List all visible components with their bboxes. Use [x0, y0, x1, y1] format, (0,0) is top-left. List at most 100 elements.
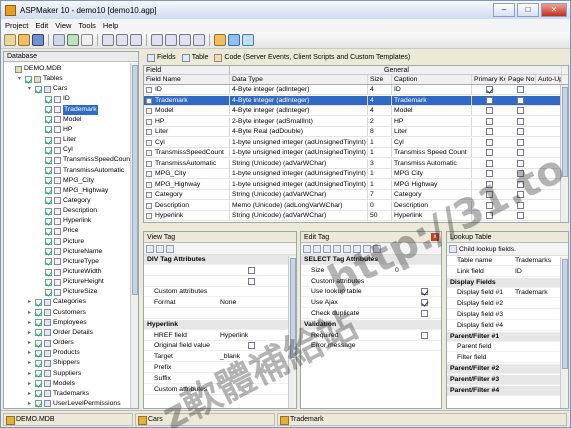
copy-icon[interactable] [102, 34, 114, 46]
save-project-icon[interactable] [32, 34, 44, 46]
tree-checkbox[interactable] [45, 197, 52, 205]
table-row[interactable]: HP 2-Byte integer (adSmallInt) 2 HP [144, 116, 568, 127]
filter-icon[interactable] [179, 34, 191, 46]
property-row[interactable]: Check duplicate [301, 309, 441, 319]
tree-node[interactable]: DEMO.MDB [8, 64, 61, 74]
sort-az-icon[interactable] [156, 245, 164, 253]
tree-checkbox[interactable] [45, 177, 52, 185]
tree-node[interactable]: TransmissSpeedCount [38, 155, 132, 165]
menu-project[interactable]: Project [5, 21, 28, 30]
property-value[interactable]: Hyperlink [220, 331, 248, 341]
tree-checkbox[interactable] [45, 207, 52, 215]
page-no-checkbox[interactable] [517, 180, 524, 188]
tree-checkbox[interactable] [45, 258, 52, 266]
column-header[interactable]: Data Type [230, 75, 368, 84]
property-checkbox[interactable] [421, 299, 428, 307]
column-header[interactable]: Primary Key [472, 75, 506, 84]
page-no-checkbox[interactable] [517, 212, 524, 219]
generate-icon[interactable] [214, 34, 226, 46]
column-header[interactable]: Auto-Upd [536, 75, 562, 84]
page-no-checkbox[interactable] [517, 170, 524, 177]
primary-key-checkbox[interactable] [486, 96, 493, 104]
table-row[interactable]: Cyl 1-byte unsigned integer (adUnsignedTi… [144, 137, 568, 148]
property-row[interactable]: Filter field [447, 353, 568, 364]
tree-node[interactable]: ▸ Suppliers [28, 369, 81, 379]
browse-icon[interactable] [228, 34, 240, 46]
expander-icon[interactable]: ▸ [28, 318, 34, 328]
tree-checkbox[interactable] [35, 380, 42, 388]
tree-node[interactable]: Hyperlink [38, 216, 91, 226]
expander-icon[interactable]: ▸ [28, 379, 34, 389]
menu-help[interactable]: Help [103, 21, 118, 30]
tree-scrollbar-thumb[interactable] [132, 65, 138, 295]
table-row[interactable]: Category String (Unicode) (adVarWChar) 7 Ca… [144, 190, 568, 200]
property-value[interactable]: Trademarks [515, 256, 551, 266]
tree-checkbox[interactable] [35, 309, 42, 317]
tree-node[interactable]: ▸ Orders [28, 338, 74, 348]
open-project-icon[interactable] [18, 34, 30, 46]
tree-node[interactable]: ▸ Order Details [28, 328, 93, 338]
property-value[interactable]: ID [515, 267, 522, 277]
tree-checkbox[interactable] [35, 319, 42, 327]
property-row[interactable]: Display field #4 [447, 321, 568, 331]
expander-icon[interactable]: ▸ [28, 328, 34, 338]
property-row[interactable]: HREF field Hyperlink [144, 331, 296, 341]
tree-node[interactable]: ▸ Trademarks [28, 389, 89, 399]
tree-node[interactable]: ▾ Tables [18, 74, 63, 84]
grid-scrollbar-thumb[interactable] [562, 87, 568, 177]
document-icon[interactable] [81, 34, 93, 46]
menu-tools[interactable]: Tools [78, 21, 96, 30]
tab-fields[interactable]: Fields [147, 53, 176, 62]
tree-node[interactable]: PictureType [38, 257, 99, 267]
tree-checkbox[interactable] [35, 339, 42, 347]
tree-node[interactable]: MPG_City [38, 176, 94, 186]
tree-node[interactable]: Model [38, 115, 82, 125]
property-value[interactable]: 0 [395, 266, 399, 276]
primary-key-checkbox[interactable] [486, 149, 493, 156]
tree-node[interactable]: Trademark [38, 104, 98, 115]
page-no-checkbox[interactable] [517, 117, 524, 125]
property-row[interactable]: Format None [144, 298, 296, 309]
tree-node[interactable]: PictureHeight [38, 277, 104, 287]
sync-icon[interactable] [67, 34, 79, 46]
property-row[interactable]: Custom attributes [144, 287, 296, 298]
tree-scrollbar[interactable] [130, 63, 138, 408]
tree-checkbox[interactable] [45, 146, 52, 154]
new-project-icon[interactable] [4, 34, 16, 46]
page-no-checkbox[interactable] [517, 138, 524, 146]
page-no-checkbox[interactable] [517, 191, 524, 198]
tree-node[interactable]: Price [38, 226, 79, 236]
tree-checkbox[interactable] [35, 370, 42, 377]
table-row[interactable]: Trademark 4-Byte integer (adInteger) 4 Trad… [144, 95, 568, 106]
property-value[interactable]: Trademark [515, 288, 548, 298]
categorized-icon[interactable] [146, 245, 154, 253]
page-no-checkbox[interactable] [517, 107, 524, 114]
table-row[interactable]: TransmissSpeedCount 1-byte unsigned integ… [144, 148, 568, 158]
tree-checkbox[interactable] [35, 400, 42, 408]
field-icon[interactable] [165, 34, 177, 46]
table-row[interactable]: Liter 4-Byte Real (adDouble) 8 Liter [144, 127, 568, 137]
property-row[interactable]: Use lookup table [301, 287, 441, 298]
tree-node[interactable]: MPG_Highway [38, 186, 108, 196]
paste-icon[interactable] [116, 34, 128, 46]
tree-node[interactable]: HP [38, 125, 72, 135]
property-checkbox[interactable] [248, 342, 255, 350]
checkbox-tag-icon[interactable] [343, 245, 351, 253]
select-tag-icon[interactable] [333, 245, 341, 253]
primary-key-checkbox[interactable] [486, 117, 493, 125]
table-icon[interactable] [151, 34, 163, 46]
property-row[interactable]: Link field ID [447, 267, 568, 277]
menu-view[interactable]: View [55, 21, 71, 30]
property-checkbox[interactable] [421, 288, 428, 296]
tree-node[interactable]: ▸ Categories [28, 297, 86, 307]
column-header[interactable]: Caption [392, 75, 472, 84]
lookup-scrollbar-thumb[interactable] [562, 259, 568, 369]
categorized-icon[interactable] [303, 245, 311, 253]
tree-node[interactable]: ID [38, 94, 70, 104]
property-row[interactable]: Display field #2 [447, 299, 568, 310]
tree-checkbox[interactable] [35, 85, 42, 93]
column-header[interactable]: Page No [506, 75, 536, 84]
tree-checkbox[interactable] [35, 349, 42, 357]
expander-icon[interactable]: ▸ [28, 308, 34, 318]
expander-icon[interactable]: ▸ [28, 338, 34, 348]
